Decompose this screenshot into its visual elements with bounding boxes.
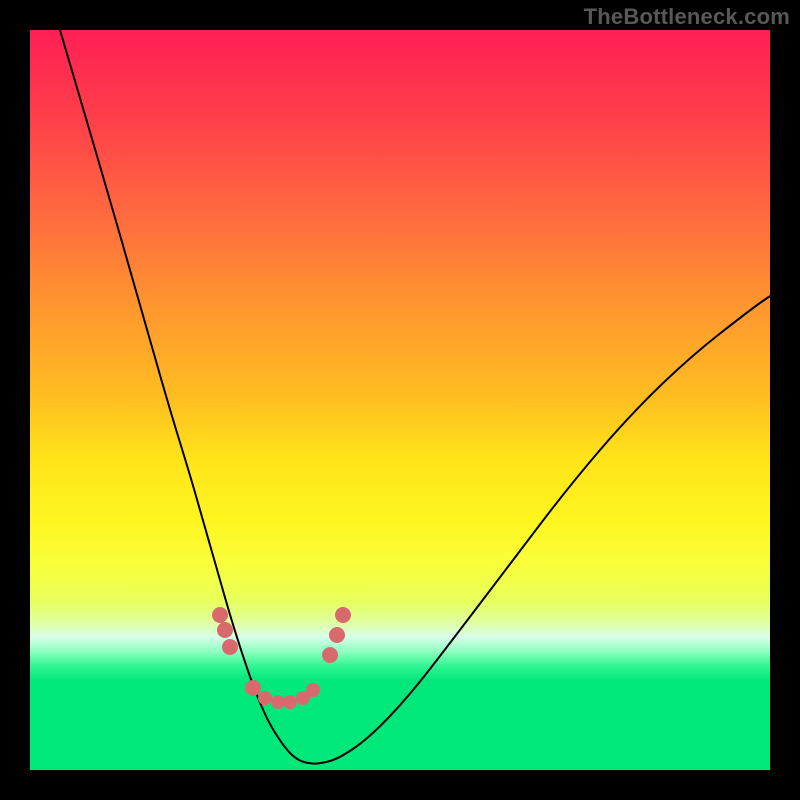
marker-dot [335, 607, 351, 623]
marker-dot [283, 695, 297, 709]
marker-group [212, 607, 351, 709]
plot-area [30, 30, 770, 770]
curve-layer [30, 30, 770, 770]
bottleneck-curve [60, 30, 770, 764]
marker-dot [212, 607, 228, 623]
marker-dot [222, 639, 238, 655]
attribution-text: TheBottleneck.com [584, 4, 790, 30]
marker-dot [217, 622, 233, 638]
marker-dot [245, 680, 261, 696]
marker-dot [329, 627, 345, 643]
marker-dot [258, 691, 272, 705]
marker-dot [271, 695, 285, 709]
marker-dot [322, 647, 338, 663]
marker-dot [296, 691, 310, 705]
chart-frame: TheBottleneck.com [0, 0, 800, 800]
marker-dot [306, 683, 320, 697]
